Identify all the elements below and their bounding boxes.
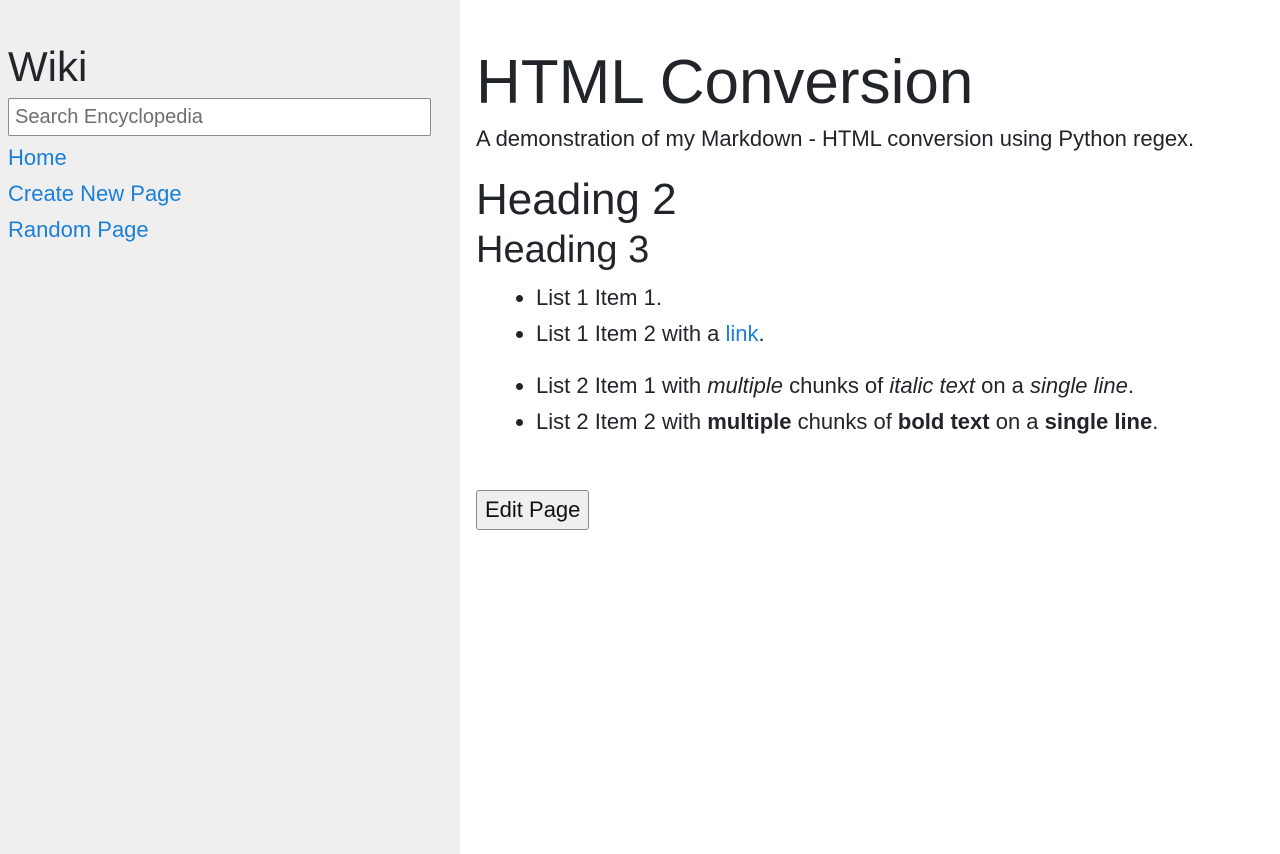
list-item-text: . (758, 321, 765, 347)
list-item-text: . (1152, 409, 1159, 435)
nav-link-home[interactable]: Home (8, 140, 452, 176)
sidebar: Wiki Home Create New Page Random Page (0, 0, 460, 854)
list-item-text: chunks of (791, 409, 898, 435)
main-content: HTML Conversion A demonstration of my Ma… (460, 0, 1280, 854)
content-link[interactable]: link (726, 321, 759, 346)
bold-text: multiple (707, 409, 792, 435)
edit-page-button[interactable]: Edit Page (476, 490, 590, 531)
list-item-text: List 2 Item 2 with (536, 409, 708, 435)
list-item: List 1 Item 2 with a link. (536, 316, 1280, 352)
list-2: List 2 Item 1 with multiple chunks of it… (476, 368, 1280, 440)
list-item-text: . (1127, 373, 1134, 399)
sidebar-nav: Home Create New Page Random Page (8, 140, 452, 248)
list-item-text: List 1 Item 1. (536, 285, 662, 311)
heading-3: Heading 3 (476, 229, 650, 272)
list-item: List 2 Item 2 with multiple chunks of bo… (536, 404, 1280, 440)
list-item-text: chunks of (783, 373, 890, 399)
nav-link-random-page[interactable]: Random Page (8, 212, 452, 248)
page-layout: Wiki Home Create New Page Random Page HT… (0, 0, 1280, 854)
italic-text: italic text (889, 373, 975, 399)
bold-text: bold text (897, 409, 990, 435)
page-title: HTML Conversion (476, 48, 974, 117)
list-1: List 1 Item 1. List 1 Item 2 with a link… (476, 280, 1280, 352)
nav-link-create-new-page[interactable]: Create New Page (8, 176, 452, 212)
list-item-text: on a (974, 373, 1031, 399)
italic-text: multiple (707, 373, 783, 399)
intro-paragraph: A demonstration of my Markdown - HTML co… (476, 126, 1195, 151)
heading-2: Heading 2 (476, 175, 677, 224)
site-title: Wiki (8, 43, 88, 90)
list-item-text: List 2 Item 1 with (536, 373, 708, 399)
list-item-text: List 1 Item 2 with a (536, 321, 726, 347)
search-input[interactable] (8, 98, 431, 136)
italic-text: single line (1030, 373, 1128, 399)
bold-text: single line (1044, 409, 1153, 435)
list-item: List 2 Item 1 with multiple chunks of it… (536, 368, 1280, 404)
list-item: List 1 Item 1. (536, 280, 1280, 316)
list-item-text: on a (989, 409, 1045, 435)
